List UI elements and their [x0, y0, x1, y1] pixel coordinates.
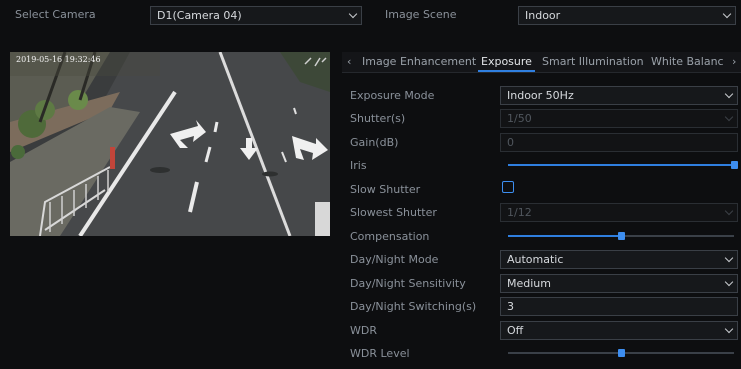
- day-night-sensitivity-label: Day/Night Sensitivity: [350, 277, 466, 290]
- slowest-shutter-label: Slowest Shutter: [350, 206, 437, 219]
- chevron-down-icon: [724, 277, 734, 287]
- camera-select-value: D1(Camera 04): [157, 9, 242, 22]
- gain-field[interactable]: 0: [500, 133, 738, 152]
- exposure-mode-label: Exposure Mode: [350, 89, 435, 102]
- iris-label: Iris: [350, 159, 367, 172]
- day-night-sensitivity-select[interactable]: Medium: [500, 274, 738, 293]
- day-night-mode-select[interactable]: Automatic: [500, 250, 738, 269]
- chevron-down-icon: [724, 112, 734, 122]
- chevron-down-icon: [724, 206, 734, 216]
- iris-slider-fill: [508, 164, 734, 166]
- tab-next-arrow[interactable]: ›: [732, 52, 736, 72]
- settings-tabs: ‹ Image Enhancement Exposure Smart Illum…: [342, 52, 741, 73]
- wdr-label: WDR: [350, 324, 377, 337]
- compensation-label: Compensation: [350, 230, 430, 243]
- image-scene-label: Image Scene: [385, 8, 457, 21]
- shutter-select[interactable]: 1/50: [500, 109, 738, 128]
- slow-shutter-label: Slow Shutter: [350, 183, 421, 196]
- compensation-slider-thumb[interactable]: [618, 232, 625, 240]
- day-night-switching-label: Day/Night Switching(s): [350, 300, 477, 313]
- chevron-down-icon: [722, 9, 732, 19]
- gain-label: Gain(dB): [350, 136, 399, 149]
- gain-value: 0: [507, 136, 514, 149]
- day-night-mode-value: Automatic: [507, 253, 564, 266]
- camera-select[interactable]: D1(Camera 04): [150, 6, 362, 25]
- day-night-switching-value: 3: [507, 300, 514, 313]
- select-camera-label: Select Camera: [15, 8, 96, 21]
- shutter-label: Shutter(s): [350, 112, 406, 125]
- tab-smart-illumination[interactable]: Smart Illumination: [542, 52, 644, 72]
- wdr-level-slider-thumb[interactable]: [618, 349, 625, 357]
- camera-preview: 2019-05-16 19:32:46: [10, 52, 330, 236]
- camera-scene-image: [10, 52, 330, 236]
- slow-shutter-checkbox[interactable]: [502, 181, 514, 193]
- day-night-switching-field[interactable]: 3: [500, 297, 738, 316]
- iris-slider-thumb[interactable]: [731, 161, 738, 169]
- compensation-slider[interactable]: [508, 232, 734, 240]
- tab-image-enhancement[interactable]: Image Enhancement: [362, 52, 476, 72]
- chevron-down-icon: [724, 324, 734, 334]
- wdr-value: Off: [507, 324, 524, 337]
- shutter-value: 1/50: [507, 112, 532, 125]
- exposure-mode-value: Indoor 50Hz: [507, 89, 574, 102]
- exposure-mode-select[interactable]: Indoor 50Hz: [500, 86, 738, 105]
- slowest-shutter-select[interactable]: 1/12: [500, 203, 738, 222]
- chevron-down-icon: [724, 253, 734, 263]
- day-night-mode-label: Day/Night Mode: [350, 253, 439, 266]
- wdr-select[interactable]: Off: [500, 321, 738, 340]
- tab-prev-arrow[interactable]: ‹: [347, 52, 351, 72]
- image-scene-value: Indoor: [525, 9, 561, 22]
- preview-timestamp: 2019-05-16 19:32:46: [16, 55, 101, 64]
- compensation-slider-fill: [508, 235, 621, 237]
- iris-slider[interactable]: [508, 161, 738, 169]
- image-scene-select[interactable]: Indoor: [518, 6, 736, 25]
- chevron-down-icon: [348, 9, 358, 19]
- wdr-level-label: WDR Level: [350, 347, 410, 360]
- wdr-level-slider[interactable]: [508, 349, 734, 357]
- wdr-level-slider-fill: [508, 352, 621, 354]
- slowest-shutter-value: 1/12: [507, 206, 532, 219]
- tab-white-balance[interactable]: White Balanc: [651, 52, 724, 72]
- tab-exposure[interactable]: Exposure: [478, 52, 535, 72]
- chevron-down-icon: [724, 89, 734, 99]
- day-night-sensitivity-value: Medium: [507, 277, 551, 290]
